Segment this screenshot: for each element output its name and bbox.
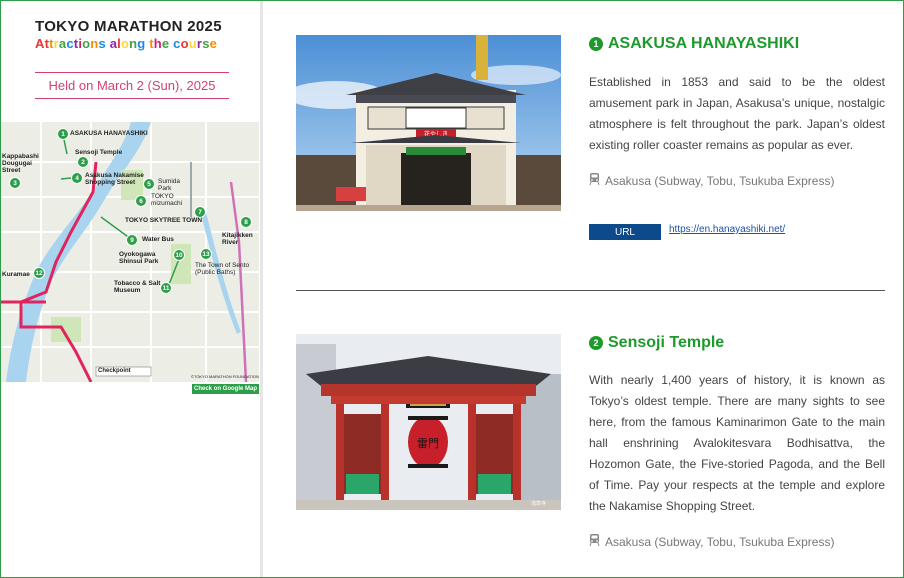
map-label-kappabashi: Kappabashi Dougugai Street	[2, 153, 39, 174]
attraction-2-number: 2	[589, 336, 603, 350]
map-label-sumida-park: Sumida Park	[158, 178, 181, 192]
map-marker-12: 12	[33, 267, 45, 279]
section-divider	[296, 290, 885, 291]
sidebar-title: TOKYO MARATHON 2025	[35, 18, 222, 35]
map-credit: ©TOKYO MARATHON FOUNDATION	[191, 374, 259, 379]
attraction-1-access-text: Asakusa (Subway, Tobu, Tsukuba Express)	[605, 173, 835, 188]
sensoji-lantern-text: 雷門	[417, 437, 439, 450]
hanayashiki-photo: 花やしき	[296, 35, 561, 211]
event-date: Held on March 2 (Sun), 2025	[48, 78, 216, 93]
sensoji-photo: 雷門 浅草寺	[296, 334, 561, 510]
subtitle-letter: A	[35, 36, 45, 51]
sidebar-subtitle: Attractions along the course	[35, 36, 217, 51]
map-marker-4: 4	[71, 172, 83, 184]
attraction-1-heading: 1 ASAKUSA HANAYASHIKI	[589, 35, 799, 53]
subtitle-letter: s	[98, 36, 106, 51]
url-badge: URL	[589, 224, 661, 240]
attraction-2-access-text: Asakusa (Subway, Tobu, Tsukuba Express)	[605, 534, 835, 549]
map-marker-8: 8	[240, 216, 252, 228]
attraction-2-heading: 2 Sensoji Temple	[589, 334, 724, 352]
map-label-hanayashiki: ASAKUSA HANAYASHIKI	[70, 130, 148, 137]
attraction-2-access: Asakusa (Subway, Tobu, Tsukuba Express)	[589, 534, 834, 549]
subtitle-letter: u	[188, 36, 197, 51]
attraction-1-title: ASAKUSA HANAYASHIKI	[608, 35, 800, 52]
map-marker-13: 13	[200, 248, 212, 260]
attraction-2-title: Sensoji Temple	[608, 334, 725, 351]
map-label-sensoji: Sensoji Temple	[75, 149, 123, 156]
map-label-nakamise: Asakusa Nakamise Shopping Street	[85, 172, 144, 186]
subtitle-letter: c	[66, 36, 74, 51]
attraction-1-number: 1	[589, 37, 603, 51]
map-marker-2: 2	[77, 156, 89, 168]
map-label-checkpoint: Checkpoint	[98, 368, 131, 374]
map-label-water-bus: Water Bus	[142, 236, 174, 243]
subtitle-letter: o	[120, 36, 130, 51]
map-marker-6: 6	[135, 195, 147, 207]
sidebar-divider	[260, 1, 263, 577]
event-date-box: Held on March 2 (Sun), 2025	[35, 72, 229, 99]
map-label-kitajikken: Kitajikken River	[222, 232, 253, 246]
attraction-1-description: Established in 1853 and said to be the o…	[589, 75, 885, 152]
map-label-oyokogawa: Oyokogawa Shinsui Park	[119, 251, 159, 265]
map-label-kuramae: Kuramae	[2, 271, 30, 278]
subtitle-letter: e	[209, 36, 218, 51]
attraction-1-access: Asakusa (Subway, Tobu, Tsukuba Express)	[589, 173, 834, 188]
subtitle-letter: s	[202, 36, 210, 51]
map-label-skytree: TOKYO SKYTREE TOWN	[125, 217, 203, 224]
map-marker-1: 1	[57, 128, 69, 140]
sensoji-photo-credit: 浅草寺	[531, 500, 546, 507]
train-icon	[589, 173, 600, 188]
map-label-mizumachi: TOKYO mizumachi	[151, 193, 183, 207]
google-map-button[interactable]: Check on Google Map	[192, 384, 259, 394]
course-map[interactable]: 1 2 3 4 5 6 7 8 9 10 11 12 13 ASAKUSA HANAYASHIKI Se…	[1, 122, 259, 382]
map-marker-3: 3	[9, 177, 21, 189]
hanayashiki-url-link[interactable]: https://en.hanayashiki.net/	[669, 224, 785, 235]
map-label-tobacco-salt: Tobacco & Salt Museum	[114, 280, 161, 294]
subtitle-letter: h	[153, 36, 162, 51]
subtitle-letter: c	[173, 36, 181, 51]
subtitle-letter: o	[180, 36, 189, 51]
map-label-sento: The Town of Sento (Public Baths)	[195, 262, 250, 276]
train-icon	[589, 534, 600, 549]
attraction-2-description: With nearly 1,400 years of history, it i…	[589, 373, 885, 513]
map-marker-9: 9	[126, 234, 138, 246]
